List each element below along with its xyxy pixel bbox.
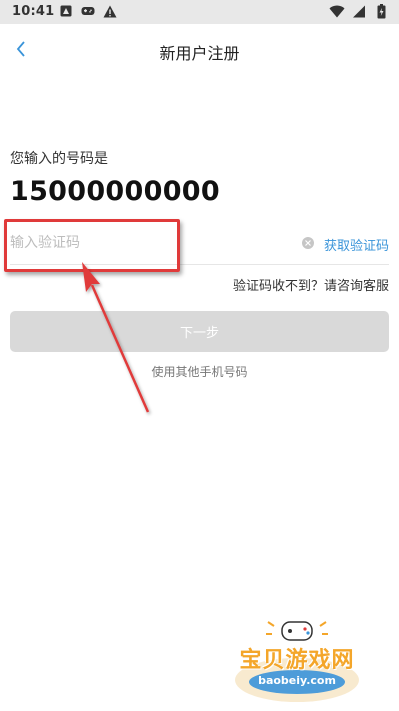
status-bar: 10:41 [0, 0, 399, 24]
watermark-url: baobeiy.com [258, 674, 336, 687]
wifi-icon [329, 3, 345, 19]
watermark: 宝贝游戏网 baobeiy.com [222, 620, 372, 705]
annotation-arrow-icon [82, 262, 150, 413]
page-title: 新用户注册 [159, 44, 240, 63]
get-code-link[interactable]: 获取验证码 [324, 235, 389, 254]
other-phone-link[interactable]: 使用其他手机号码 [0, 363, 399, 380]
warning-icon [102, 3, 118, 19]
help-text[interactable]: 验证码收不到？请咨询客服 [233, 275, 389, 294]
battery-icon [373, 3, 389, 19]
clear-icon[interactable] [302, 237, 314, 249]
signal-icon [351, 3, 367, 19]
next-button[interactable]: 下一步 [10, 311, 389, 352]
status-system-icons [329, 3, 389, 19]
phone-label: 您输入的号码是 [10, 151, 108, 167]
annotation-highlight-box [4, 219, 180, 272]
notification-controller-icon [80, 3, 96, 19]
watermark-brand: 宝贝游戏网 [239, 648, 355, 673]
phone-number: 15000000000 [10, 176, 220, 207]
app-header: 新用户注册 [0, 24, 399, 76]
status-time: 10:41 [12, 4, 55, 19]
notification-app-icon [58, 3, 74, 19]
status-notification-icons [58, 3, 118, 19]
